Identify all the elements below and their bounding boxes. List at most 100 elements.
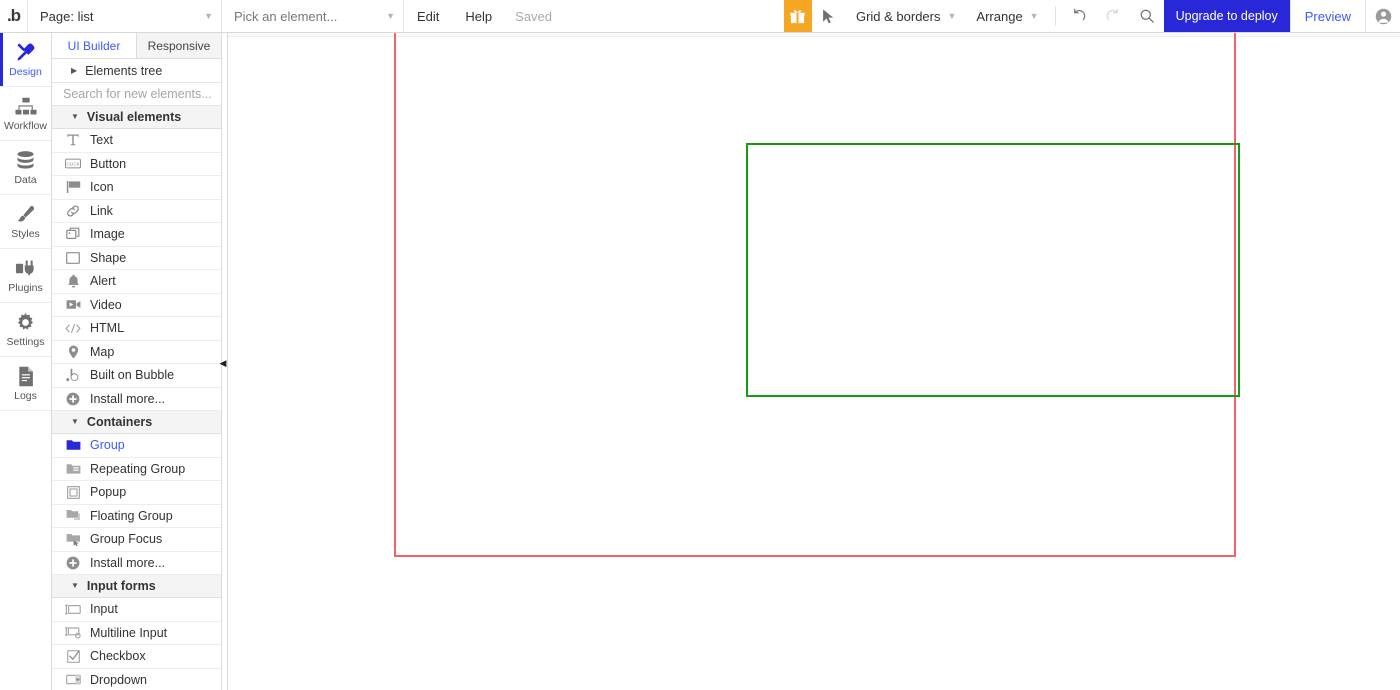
redo-icon[interactable]: [1096, 0, 1130, 32]
top-toolbar: .b Page: list ▼ Pick an element... ▼ Edi…: [0, 0, 1400, 33]
elements-panel: UI Builder Responsive Elements tree Sear…: [52, 33, 222, 690]
sidebar-item-logs[interactable]: Logs: [0, 357, 51, 411]
element-label: Built on Bubble: [90, 368, 175, 383]
element-item-button[interactable]: CLICK Button: [52, 153, 221, 176]
element-item-group[interactable]: Group: [52, 434, 221, 458]
folder-group-icon: [65, 437, 81, 453]
element-item-text[interactable]: Text: [52, 129, 221, 153]
search-elements-input[interactable]: Search for new elements...: [52, 83, 221, 106]
chevron-down-icon: ▼: [947, 11, 957, 21]
image-icon: [65, 226, 81, 242]
element-label: Button: [90, 156, 127, 171]
element-label: Link: [90, 203, 113, 218]
sidebar-item-label: Styles: [11, 228, 40, 240]
tab-responsive[interactable]: Responsive: [137, 33, 221, 58]
sidebar-item-label: Design: [9, 66, 42, 78]
search-icon[interactable]: [1130, 0, 1164, 32]
element-label: Text: [90, 133, 113, 148]
element-label: Input: [90, 602, 118, 617]
element-item-map[interactable]: Map: [52, 341, 221, 364]
element-label: Alert: [90, 274, 116, 289]
section-header-containers[interactable]: Containers: [52, 411, 221, 434]
section-label: Input forms: [86, 579, 156, 593]
element-item-icon[interactable]: Icon: [52, 176, 221, 200]
document-logs-icon: [17, 365, 35, 387]
sidebar-item-label: Plugins: [8, 282, 43, 294]
bubble-logo-icon[interactable]: .b: [0, 0, 28, 32]
sidebar-item-plugins[interactable]: Plugins: [0, 249, 51, 303]
sidebar-item-data[interactable]: Data: [0, 141, 51, 195]
checkbox-icon: [65, 648, 81, 664]
svg-text:CLICK: CLICK: [66, 162, 79, 167]
sidebar-item-label: Settings: [6, 336, 45, 348]
square-shape-icon: [65, 250, 81, 266]
design-canvas[interactable]: [228, 33, 1400, 690]
gift-icon[interactable]: [783, 0, 812, 32]
canvas-group-element[interactable]: [746, 143, 1240, 397]
preview-button[interactable]: Preview: [1289, 0, 1366, 32]
element-item-multiline-input[interactable]: Multiline Input: [52, 622, 221, 645]
primary-nav-rail: Design Workflow Data Styles Plugins Sett…: [0, 33, 52, 690]
element-label: Group Focus: [90, 532, 163, 547]
element-label: Shape: [90, 250, 127, 265]
database-icon: [15, 149, 36, 171]
tab-ui-builder[interactable]: UI Builder: [52, 33, 137, 58]
bubble-logo-icon: [65, 367, 81, 383]
search-placeholder: Search for new elements...: [63, 87, 212, 101]
element-item-image[interactable]: Image: [52, 223, 221, 247]
element-item-floating-group[interactable]: Floating Group: [52, 505, 221, 528]
element-item-dropdown[interactable]: Dropdown: [52, 669, 221, 690]
section-header-visual-elements[interactable]: Visual elements: [52, 106, 221, 129]
element-item-alert[interactable]: Alert: [52, 270, 221, 294]
plus-circle-icon: [65, 391, 81, 407]
map-pin-icon: [65, 344, 81, 360]
arrange-dropdown[interactable]: Arrange ▼: [966, 0, 1048, 32]
chevron-right-icon: [71, 67, 77, 75]
element-item-install-more-visual[interactable]: Install more...: [52, 388, 221, 411]
section-header-input-forms[interactable]: Input forms: [52, 575, 221, 598]
grid-borders-dropdown[interactable]: Grid & borders ▼: [846, 0, 966, 32]
menu-edit[interactable]: Edit: [404, 0, 452, 32]
element-item-group-focus[interactable]: Group Focus: [52, 528, 221, 552]
popup-icon: [65, 484, 81, 500]
element-item-popup[interactable]: Popup: [52, 481, 221, 505]
chevron-down-icon: [71, 582, 79, 590]
code-html-icon: [65, 320, 81, 336]
element-picker[interactable]: Pick an element... ▼: [222, 0, 404, 32]
toolbar-divider: [1054, 6, 1056, 26]
element-label: Group: [90, 438, 125, 453]
upgrade-to-deploy-button[interactable]: Upgrade to deploy: [1163, 0, 1290, 32]
repeating-group-icon: [65, 461, 81, 477]
page-selector[interactable]: Page: list ▼: [28, 0, 222, 32]
app-root: .b Page: list ▼ Pick an element... ▼ Edi…: [0, 0, 1400, 690]
element-item-html[interactable]: HTML: [52, 317, 221, 341]
element-item-install-more-containers[interactable]: Install more...: [52, 552, 221, 575]
sidebar-item-design[interactable]: Design: [0, 33, 51, 87]
chevron-down-icon: [71, 418, 79, 426]
element-item-input[interactable]: Input: [52, 598, 221, 622]
element-item-built-on-bubble[interactable]: Built on Bubble: [52, 364, 221, 388]
input-field-icon: [65, 601, 81, 617]
cursor-pointer-icon[interactable]: [812, 0, 846, 32]
element-item-link[interactable]: Link: [52, 200, 221, 223]
sidebar-item-workflow[interactable]: Workflow: [0, 87, 51, 141]
element-item-video[interactable]: Video: [52, 294, 221, 317]
sidebar-item-styles[interactable]: Styles: [0, 195, 51, 249]
dropdown-icon: [65, 672, 81, 688]
gear-icon: [15, 311, 36, 333]
undo-icon[interactable]: [1062, 0, 1096, 32]
element-label: Map: [90, 344, 115, 359]
bell-alert-icon: [65, 273, 81, 289]
elements-tree-toggle[interactable]: Elements tree: [52, 59, 221, 83]
element-item-checkbox[interactable]: Checkbox: [52, 645, 221, 669]
element-item-repeating-group[interactable]: Repeating Group: [52, 458, 221, 481]
sidebar-item-settings[interactable]: Settings: [0, 303, 51, 357]
page-selector-label: Page: list: [40, 8, 94, 24]
menu-help[interactable]: Help: [452, 0, 505, 32]
element-item-shape[interactable]: Shape: [52, 247, 221, 270]
element-label: Multiline Input: [90, 625, 168, 640]
user-avatar-icon[interactable]: [1366, 0, 1400, 32]
collapse-panel-left-icon[interactable]: ◀: [218, 355, 228, 371]
arrange-label: Arrange: [976, 8, 1023, 24]
